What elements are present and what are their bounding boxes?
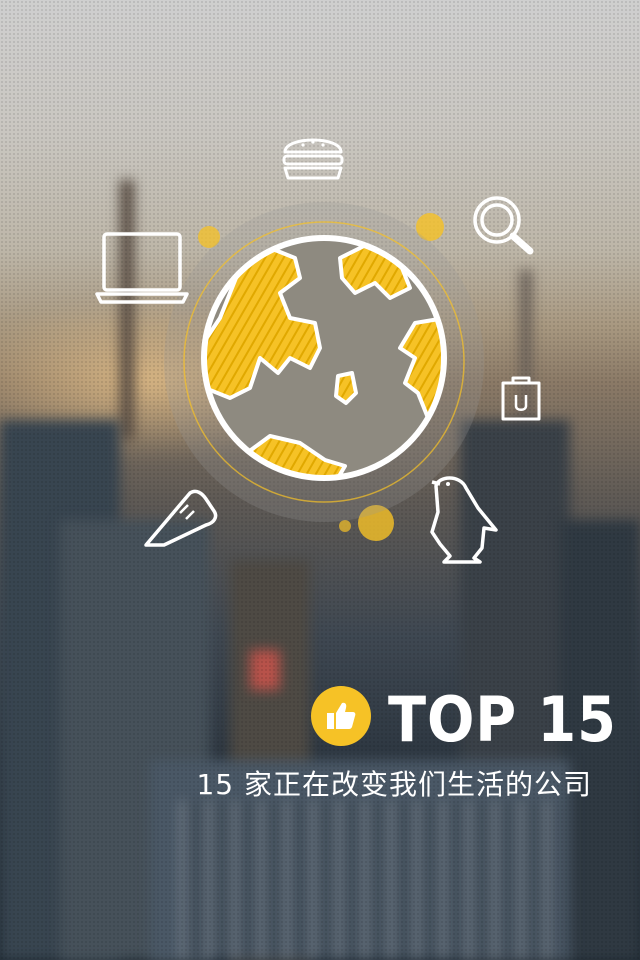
thumbs-up-icon bbox=[327, 702, 356, 729]
laptop-icon bbox=[95, 232, 189, 304]
headline: TOP 15 bbox=[388, 683, 617, 756]
burger-icon bbox=[282, 138, 344, 180]
scale-icon bbox=[501, 376, 541, 421]
thumbs-up-badge bbox=[311, 686, 371, 746]
penguin-icon bbox=[430, 476, 498, 564]
search-icon bbox=[473, 196, 534, 255]
subline: 15 家正在改变我们生活的公司 bbox=[196, 768, 592, 801]
sneaker-icon bbox=[144, 489, 218, 547]
